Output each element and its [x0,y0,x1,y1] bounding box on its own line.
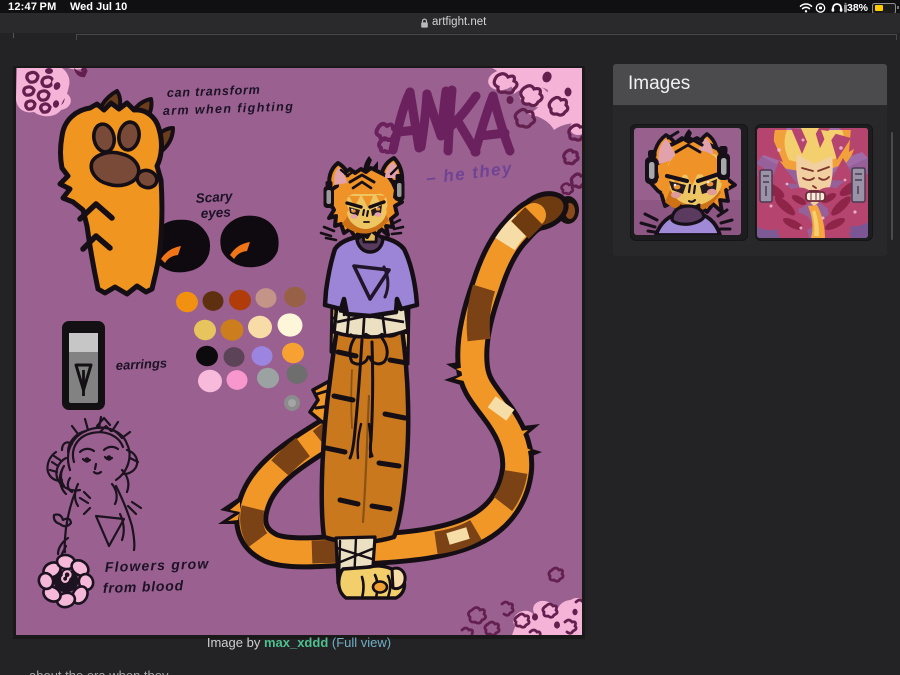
svg-text:from blood: from blood [103,577,185,596]
svg-text:Scary: Scary [195,188,234,206]
svg-text:eyes: eyes [200,204,231,221]
svg-text:earrings: earrings [115,355,167,373]
